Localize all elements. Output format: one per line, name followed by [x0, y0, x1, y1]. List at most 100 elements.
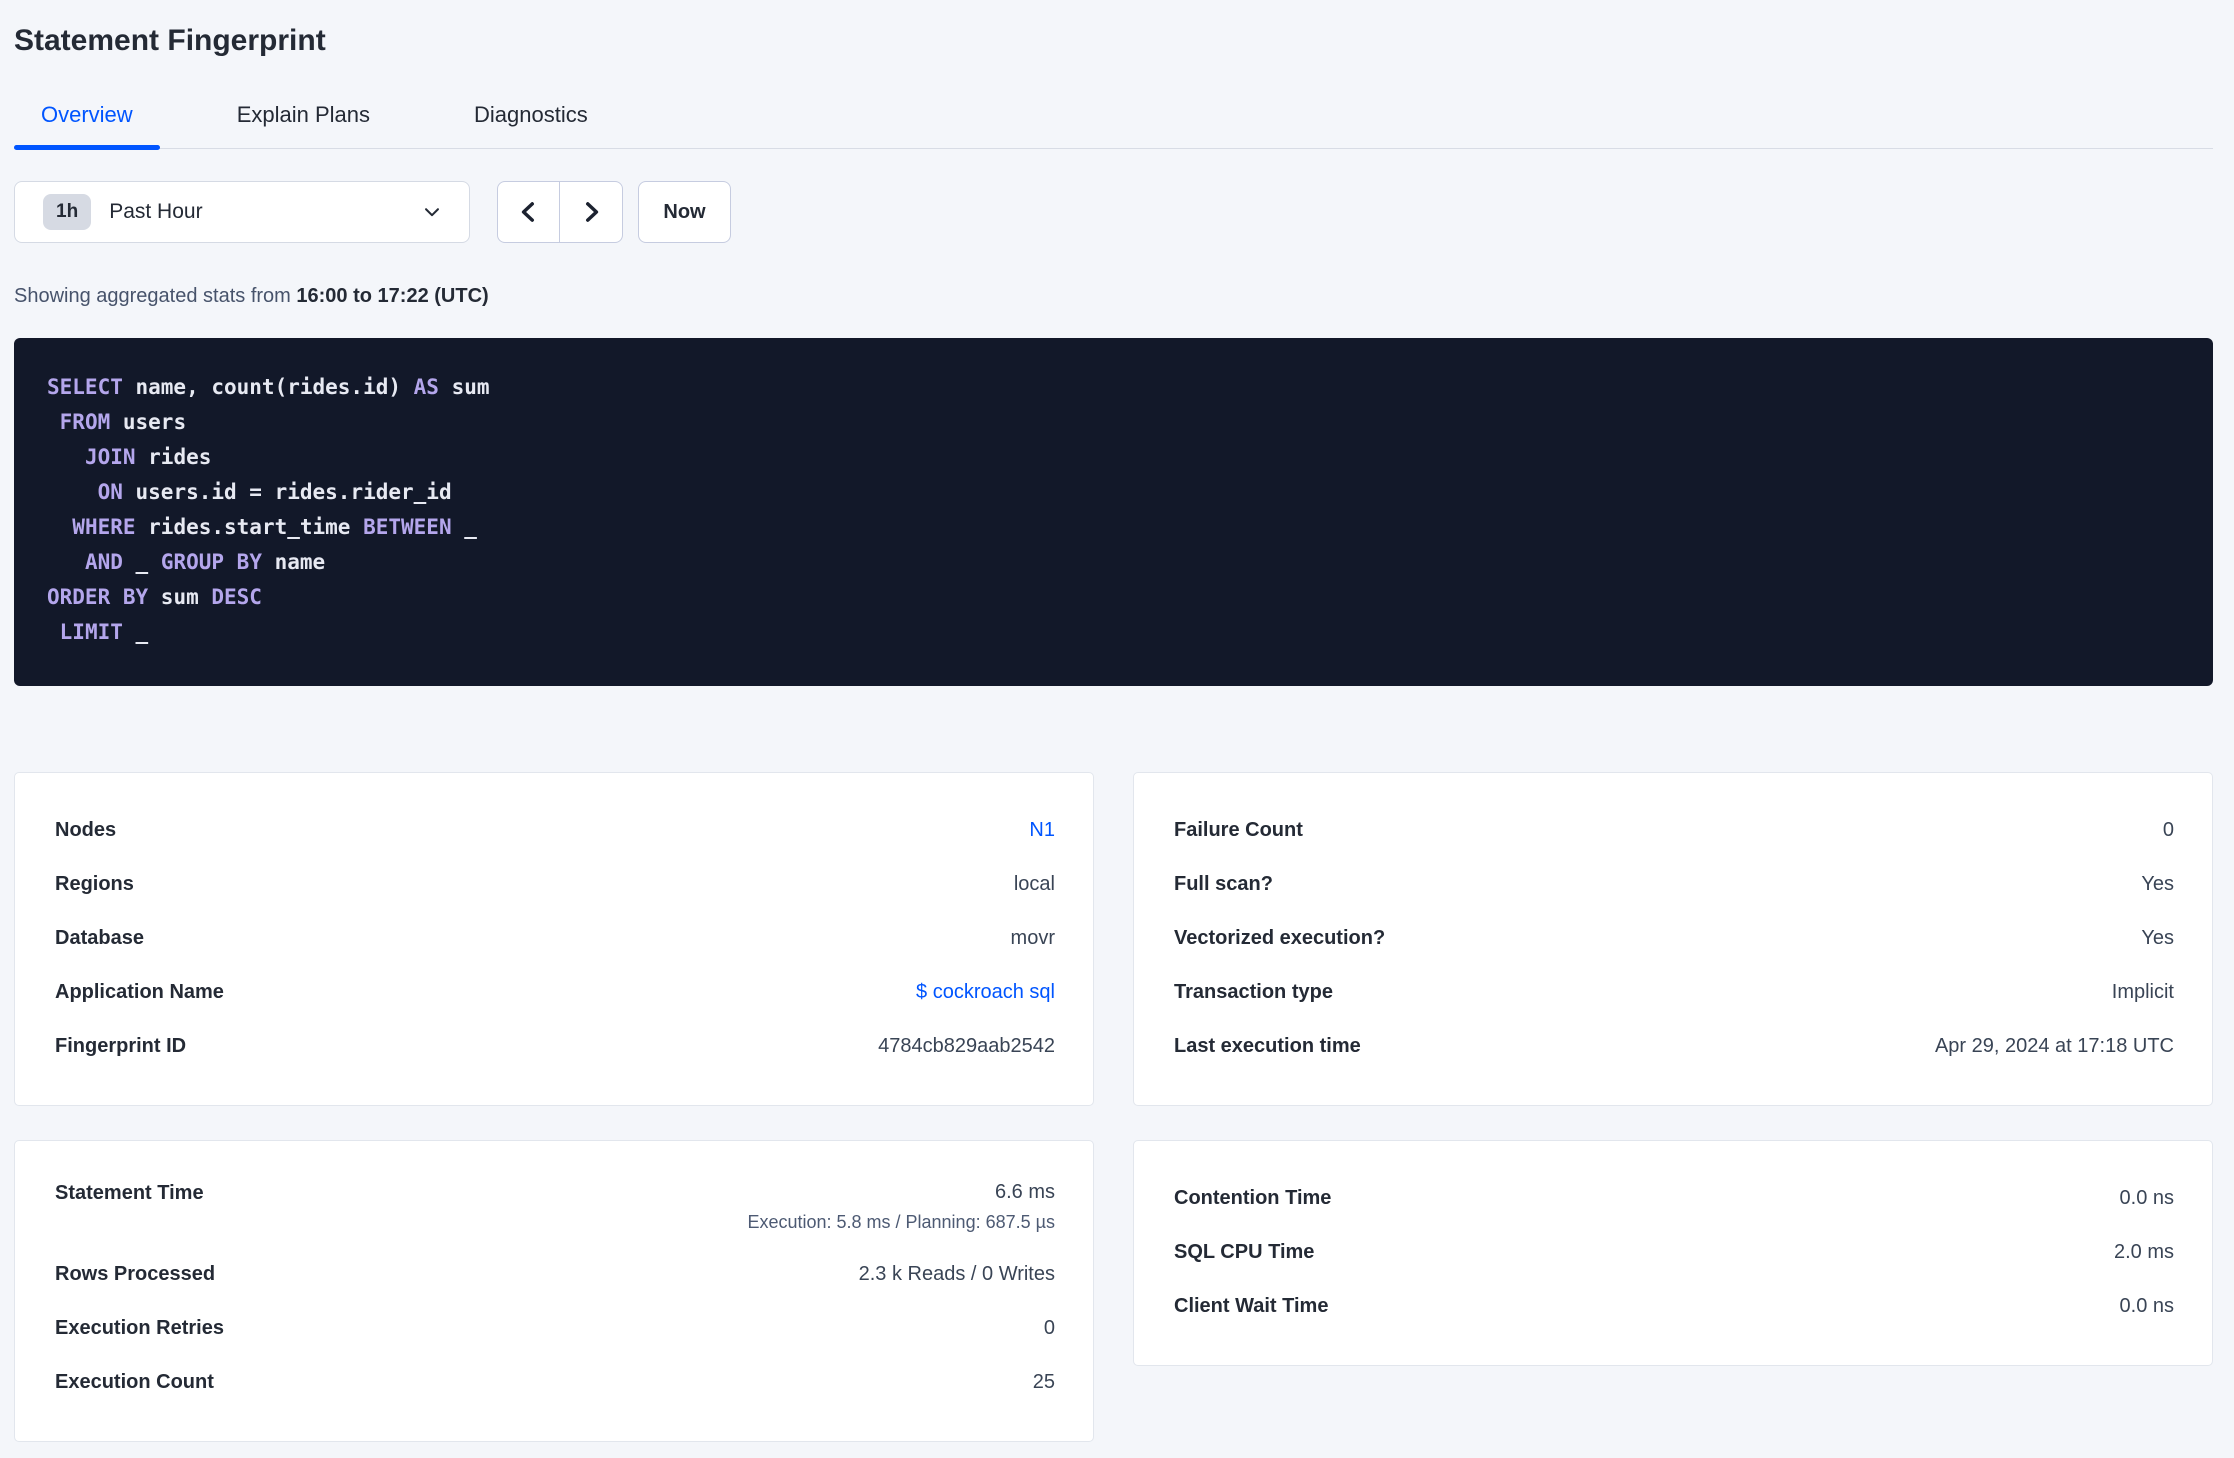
sql-statement-box: SELECT name, count(rides.id) AS sum FROM… — [14, 338, 2213, 686]
stat-label: Transaction type — [1174, 980, 1333, 1003]
sql-line: SELECT name, count(rides.id) AS sum — [47, 375, 490, 399]
sql-line: WHERE rides.start_time BETWEEN _ — [72, 515, 477, 539]
stat-value: 2.3 k Reads / 0 Writes — [858, 1262, 1055, 1285]
chevron-left-icon — [516, 199, 542, 225]
wait-time-card: Contention Time 0.0 ns SQL CPU Time 2.0 ms C… — [1133, 1140, 2213, 1366]
stat-value: 0 — [1043, 1316, 1055, 1339]
time-range-badge: 1h — [43, 194, 92, 230]
stat-value: 0.0 ns — [2119, 1294, 2174, 1317]
stat-row: Failure Count 0 — [1174, 803, 2174, 857]
aggregated-stats-range: 16:00 to 17:22 (UTC) — [296, 285, 489, 307]
stat-label: Rows Processed — [55, 1262, 216, 1285]
stat-value: Yes — [2141, 872, 2174, 895]
now-button[interactable]: Now — [638, 181, 731, 243]
stat-value-wrap: Apr 29, 2024 at 17:18 UTC — [1935, 1035, 2174, 1058]
execution-attributes-card: Failure Count 0 Full scan? Yes Vectorized ex… — [1133, 772, 2213, 1106]
stat-label: Execution Count — [55, 1370, 214, 1393]
statement-time-card: Statement Time 6.6 ms Execution: 5.8 ms / … — [14, 1140, 1094, 1442]
stat-value-link[interactable]: $ cockroach sql — [916, 981, 1055, 1004]
stat-label: SQL CPU Time — [1174, 1240, 1315, 1263]
chevron-right-icon — [578, 199, 604, 225]
aggregated-stats-line: Showing aggregated stats from 16:00 to 1… — [14, 285, 2213, 308]
previous-interval-button[interactable] — [498, 182, 560, 242]
stat-row: Nodes N1 — [55, 803, 1055, 857]
stat-value: 4784cb829aab2542 — [878, 1034, 1055, 1057]
stat-value-wrap: 0 — [2163, 819, 2174, 842]
tab-bar: Overview Explain Plans Diagnostics — [14, 82, 2213, 150]
tab-explain-plans[interactable]: Explain Plans — [210, 82, 397, 148]
time-range-dropdown[interactable]: 1h Past Hour — [14, 181, 470, 243]
stat-value: 2.0 ms — [2113, 1240, 2174, 1263]
stat-label: Database — [55, 926, 144, 949]
time-controls: 1h Past Hour Now — [14, 181, 2213, 243]
stat-value-wrap: N1 — [1029, 819, 1055, 842]
stat-value: Implicit — [2111, 980, 2174, 1003]
stat-row: Execution Count 25 — [55, 1355, 1055, 1409]
time-pager — [497, 181, 623, 243]
stat-value-wrap: 0.0 ns — [2120, 1187, 2174, 1210]
stat-value-link[interactable]: N1 — [1029, 819, 1055, 842]
stat-label: Nodes — [55, 818, 117, 841]
stat-row: SQL CPU Time 2.0 ms — [1174, 1225, 2174, 1279]
stat-value: 6.6 ms — [994, 1181, 1055, 1203]
stat-label: Client Wait Time — [1174, 1294, 1329, 1317]
tab-overview[interactable]: Overview — [14, 82, 160, 150]
sql-line: JOIN rides — [84, 445, 212, 469]
statement-fingerprint-page: Statement Fingerprint Overview Explain Pl… — [0, 0, 2234, 1442]
tab-diagnostics[interactable]: Diagnostics — [447, 82, 615, 148]
stat-value: Apr 29, 2024 at 17:18 UTC — [1934, 1034, 2174, 1057]
stat-row: Statement Time 6.6 ms Execution: 5.8 ms / … — [55, 1171, 1055, 1247]
sql-line: ORDER BY sum DESC — [47, 585, 262, 609]
time-range-label: Past Hour — [109, 200, 203, 223]
sql-line: FROM users — [59, 410, 187, 434]
stat-label: Regions — [55, 872, 134, 895]
stat-value: Yes — [2141, 926, 2174, 949]
stat-subvalue: Execution: 5.8 ms / Planning: 687.5 µs — [747, 1212, 1055, 1232]
stat-row: Vectorized execution? Yes — [1174, 911, 2174, 965]
stat-label: Last execution time — [1174, 1034, 1361, 1057]
stat-value-wrap: 6.6 ms Execution: 5.8 ms / Planning: 687.… — [747, 1181, 1055, 1233]
stat-row: Transaction type Implicit — [1174, 965, 2174, 1019]
chevron-down-icon — [421, 201, 443, 223]
stat-value-wrap: movr — [1011, 927, 1055, 950]
stat-value-wrap: local — [1014, 873, 1055, 896]
stat-value: 0.0 ns — [2119, 1186, 2174, 1209]
stat-label: Vectorized execution? — [1174, 926, 1386, 949]
stat-value-wrap: 0.0 ns — [2120, 1295, 2174, 1318]
stat-value-wrap: Yes — [2141, 873, 2174, 896]
stat-value: 25 — [1032, 1370, 1055, 1393]
stat-label: Contention Time — [1174, 1186, 1332, 1209]
stat-value-wrap: 4784cb829aab2542 — [878, 1035, 1055, 1058]
stat-value: 0 — [2162, 818, 2174, 841]
stat-label: Execution Retries — [55, 1316, 224, 1339]
sql-line: LIMIT _ — [59, 620, 149, 644]
statement-details-card: Nodes N1 Regions local Database movr Applicati… — [14, 772, 1094, 1106]
stat-value-wrap: 25 — [1033, 1371, 1055, 1394]
stat-row: Client Wait Time 0.0 ns — [1174, 1279, 2174, 1333]
stat-row: Application Name $ cockroach sql — [55, 965, 1055, 1019]
stat-value-wrap: Implicit — [2112, 981, 2174, 1004]
stat-value-wrap: Yes — [2141, 927, 2174, 950]
stat-value-wrap: $ cockroach sql — [916, 981, 1055, 1004]
performance-cards-row: Statement Time 6.6 ms Execution: 5.8 ms / … — [14, 1140, 2213, 1442]
sql-line: ON users.id = rides.rider_id — [97, 480, 452, 504]
stat-value-wrap: 2.3 k Reads / 0 Writes — [859, 1263, 1055, 1286]
page-title: Statement Fingerprint — [14, 24, 326, 57]
stat-row: Database movr — [55, 911, 1055, 965]
stat-value: local — [1013, 872, 1055, 895]
stat-row: Fingerprint ID 4784cb829aab2542 — [55, 1019, 1055, 1073]
stat-label: Fingerprint ID — [55, 1034, 187, 1057]
stat-label: Application Name — [55, 980, 224, 1003]
next-interval-button[interactable] — [560, 182, 622, 242]
stat-label: Failure Count — [1174, 818, 1303, 841]
stat-row: Execution Retries 0 — [55, 1301, 1055, 1355]
stat-row: Regions local — [55, 857, 1055, 911]
stat-label: Full scan? — [1174, 872, 1273, 895]
stat-row: Contention Time 0.0 ns — [1174, 1171, 2174, 1225]
stat-value-wrap: 2.0 ms — [2114, 1241, 2174, 1264]
stat-label: Statement Time — [55, 1182, 204, 1204]
aggregated-stats-prefix: Showing aggregated stats from — [14, 285, 297, 307]
stat-row: Last execution time Apr 29, 2024 at 17:18… — [1174, 1019, 2174, 1073]
stat-row: Rows Processed 2.3 k Reads / 0 Writes — [55, 1247, 1055, 1301]
stat-value-wrap: 0 — [1044, 1317, 1055, 1340]
